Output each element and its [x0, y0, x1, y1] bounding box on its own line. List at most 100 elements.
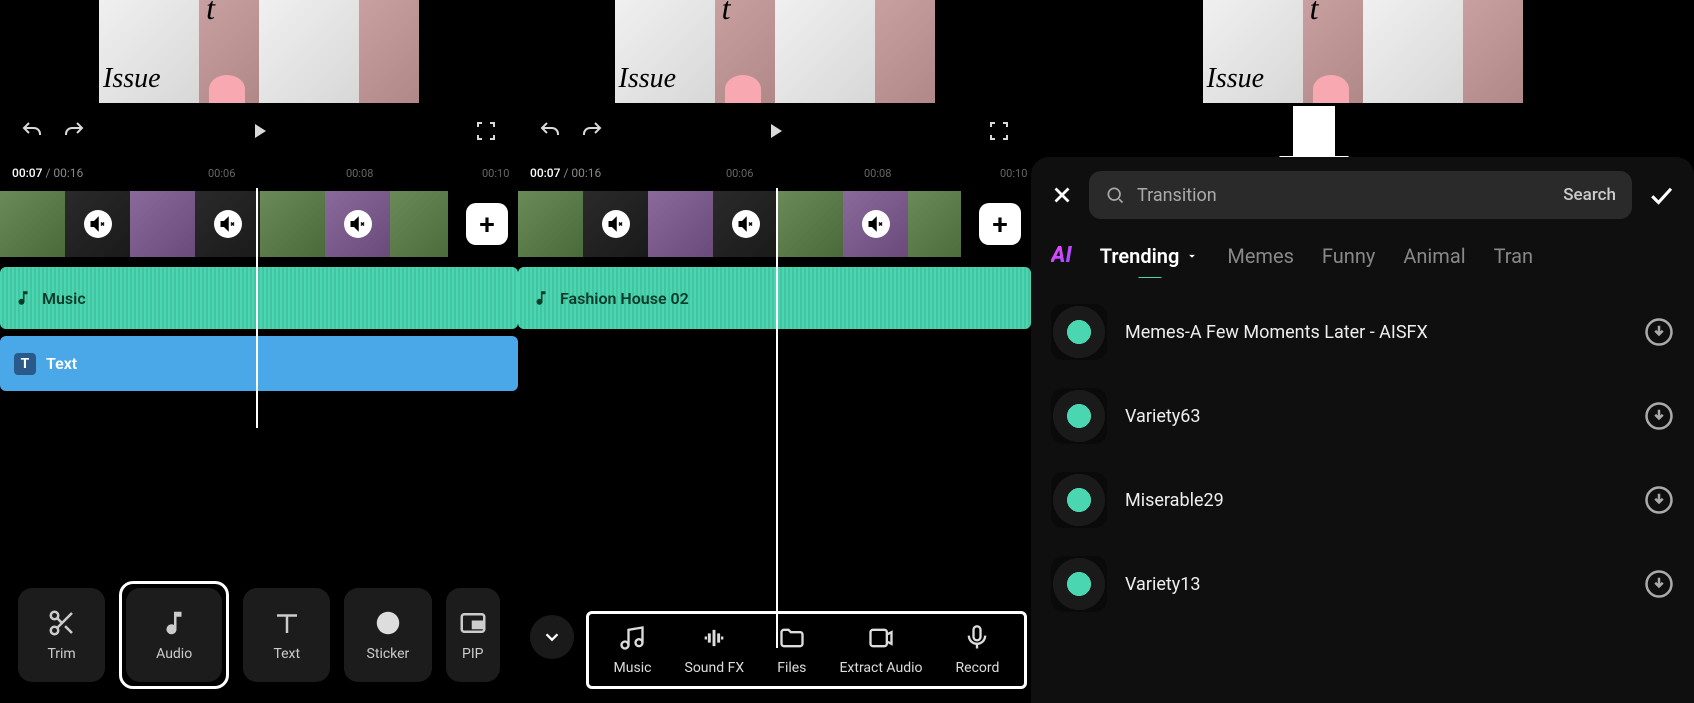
sound-thumbnail: [1051, 304, 1107, 360]
search-query: Transition: [1137, 185, 1551, 206]
audio-track-label: Music: [42, 289, 86, 308]
sound-search-panel: Transition Search AI Trending Memes Funn…: [1031, 157, 1694, 703]
timeline-ruler-2[interactable]: 00:07 / 00:16 00:06 00:08 00:10: [518, 158, 1031, 188]
ai-badge[interactable]: AI: [1051, 243, 1072, 268]
preview-frame-right: [259, 0, 419, 103]
preview-frame-left: t Issue: [1203, 0, 1363, 103]
close-button[interactable]: [1049, 182, 1075, 208]
play-button[interactable]: [759, 115, 791, 147]
sound-result-item[interactable]: Variety13: [1047, 542, 1678, 626]
audio-track-fashion[interactable]: Fashion House 02: [518, 267, 1031, 329]
screen-2-audio-submenu: t Issue 00:07 / 00:16 00:06 00:08 00:10 …: [518, 0, 1031, 703]
ruler-tick: 00:08: [346, 167, 373, 180]
sound-result-item[interactable]: Memes-A Few Moments Later - AISFX: [1047, 290, 1678, 374]
mute-icon[interactable]: [862, 210, 890, 238]
sound-thumbnail: [1051, 556, 1107, 612]
collapse-submenu-button[interactable]: [530, 615, 574, 659]
mute-icon[interactable]: [732, 210, 760, 238]
category-animal[interactable]: Animal: [1403, 244, 1465, 268]
playback-controls-2: [518, 103, 1031, 158]
download-button[interactable]: [1644, 485, 1674, 515]
audio-track-music[interactable]: Music: [0, 267, 518, 329]
playhead[interactable]: [776, 188, 778, 648]
music-icon: [618, 624, 646, 652]
undo-button[interactable]: [534, 115, 566, 147]
soundfx-icon: [700, 624, 728, 652]
video-preview-1: t Issue: [0, 0, 518, 103]
sound-results-list: Memes-A Few Moments Later - AISFX Variet…: [1031, 278, 1694, 626]
total-time: 00:16: [571, 166, 601, 180]
tool-label: Audio: [156, 646, 192, 662]
sticker-tool[interactable]: Sticker: [344, 588, 431, 682]
video-clip-row[interactable]: +: [518, 188, 1031, 260]
add-clip-button[interactable]: +: [466, 203, 508, 245]
text-track[interactable]: T Text: [0, 336, 518, 391]
sound-thumbnail: [1051, 388, 1107, 444]
tool-label: Text: [273, 646, 300, 662]
text-tool[interactable]: Text: [243, 588, 330, 682]
sound-result-item[interactable]: Miserable29: [1047, 458, 1678, 542]
mute-icon[interactable]: [602, 210, 630, 238]
search-input[interactable]: Transition Search: [1089, 171, 1632, 219]
sound-title: Variety13: [1125, 574, 1626, 595]
mute-icon[interactable]: [84, 210, 112, 238]
screen-1-editor: t Issue 00:07 / 00:16 00:06 00:08 00:10 …: [0, 0, 518, 703]
playback-controls-1: [0, 103, 518, 158]
submenu-label: Sound FX: [685, 660, 745, 676]
timeline-body-2: + Fashion House 02: [518, 188, 1031, 538]
folder-icon: [778, 624, 806, 652]
sticker-icon: [373, 608, 403, 638]
ruler-tick: 00:10: [482, 167, 509, 180]
confirm-button[interactable]: [1646, 180, 1676, 210]
ruler-tick: 00:10: [1000, 167, 1027, 180]
chevron-down-icon: [1185, 249, 1199, 263]
timeline-body-1: + Music T Text: [0, 188, 518, 538]
timeline-ruler-1[interactable]: 00:07 / 00:16 00:06 00:08 00:10: [0, 158, 518, 188]
redo-button[interactable]: [58, 115, 90, 147]
sound-title: Memes-A Few Moments Later - AISFX: [1125, 322, 1626, 343]
category-funny[interactable]: Funny: [1322, 244, 1375, 268]
category-transition[interactable]: Tran: [1494, 244, 1534, 268]
download-button[interactable]: [1644, 569, 1674, 599]
sound-thumbnail: [1051, 472, 1107, 528]
audio-tool-highlight: Audio: [119, 581, 229, 689]
trim-tool[interactable]: Trim: [18, 588, 105, 682]
mute-icon[interactable]: [344, 210, 372, 238]
audio-tool[interactable]: Audio: [126, 588, 222, 682]
playhead[interactable]: [256, 188, 258, 428]
audio-track-label: Fashion House 02: [560, 289, 689, 308]
category-tabs: AI Trending Memes Funny Animal Tran: [1031, 233, 1694, 278]
preview-frame-right: [775, 0, 935, 103]
download-button[interactable]: [1644, 317, 1674, 347]
redo-button[interactable]: [576, 115, 608, 147]
fullscreen-button[interactable]: [983, 115, 1015, 147]
category-memes[interactable]: Memes: [1227, 244, 1294, 268]
extract-audio-option[interactable]: Extract Audio: [839, 624, 922, 676]
submenu-label: Extract Audio: [839, 660, 922, 676]
play-button[interactable]: [243, 115, 275, 147]
tool-label: Trim: [47, 646, 75, 662]
search-submit[interactable]: Search: [1563, 185, 1616, 205]
music-option[interactable]: Music: [614, 624, 652, 676]
sound-result-item[interactable]: Variety63: [1047, 374, 1678, 458]
tool-label: PIP: [462, 646, 483, 662]
download-button[interactable]: [1644, 401, 1674, 431]
text-icon: [272, 608, 302, 638]
record-option[interactable]: Record: [956, 624, 1000, 676]
ruler-tick: 00:08: [864, 167, 891, 180]
submenu-label: Files: [777, 660, 806, 676]
category-label: Trending: [1100, 244, 1180, 268]
category-trending[interactable]: Trending: [1100, 244, 1200, 268]
sound-title: Miserable29: [1125, 490, 1626, 511]
ruler-tick: 00:06: [208, 167, 235, 180]
music-note-icon: [14, 289, 32, 307]
add-clip-button[interactable]: +: [979, 203, 1021, 245]
video-clip-row[interactable]: +: [0, 188, 518, 260]
pip-tool[interactable]: PIP: [446, 588, 500, 682]
files-option[interactable]: Files: [777, 624, 806, 676]
fullscreen-button[interactable]: [470, 115, 502, 147]
undo-button[interactable]: [16, 115, 48, 147]
mute-icon[interactable]: [214, 210, 242, 238]
soundfx-option[interactable]: Sound FX: [685, 624, 745, 676]
current-time: 00:07: [12, 166, 42, 180]
